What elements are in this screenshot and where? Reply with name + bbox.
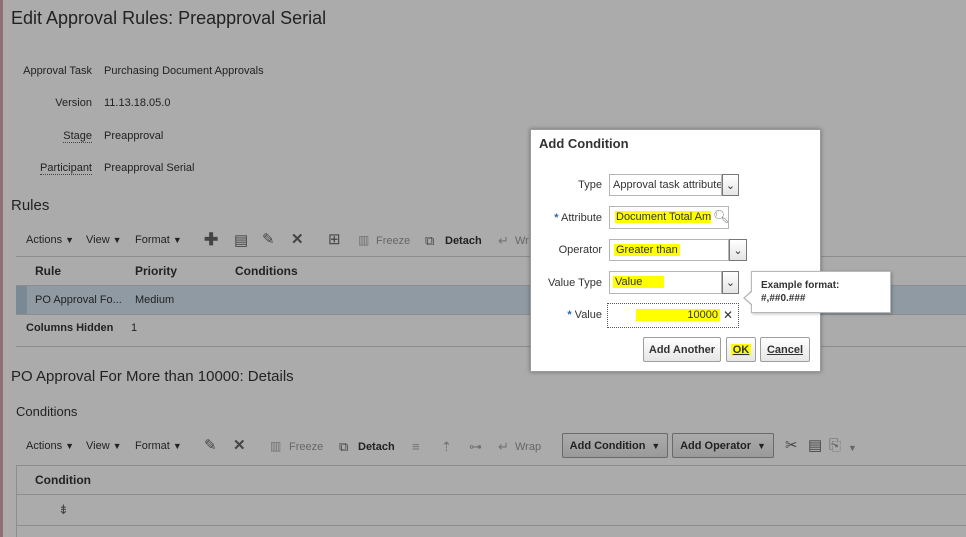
value-type-select[interactable]: Value [609, 271, 722, 294]
attribute-input[interactable]: Document Total Am 🔍︎ [609, 206, 729, 229]
type-select[interactable]: Approval task attribute [609, 174, 722, 196]
chevron-down-icon: ⌄ [725, 179, 736, 192]
value-label: * Value [536, 309, 602, 321]
attribute-label: * Attribute [536, 212, 602, 224]
value-label-text: Value [574, 309, 602, 321]
type-label: Type [578, 179, 602, 191]
chevron-down-icon: ⌄ [733, 244, 743, 257]
operator-select[interactable]: Greater than [609, 239, 729, 261]
type-value: Approval task attribute [613, 179, 722, 191]
required-marker: * [567, 309, 572, 321]
modal-overlay [0, 0, 966, 537]
format-tooltip: Example format: #,##0.### [751, 271, 891, 313]
type-dropdown-button[interactable]: ⌄ [722, 174, 739, 196]
ok-button[interactable]: OK [726, 337, 756, 362]
tooltip-arrow-fill [745, 291, 753, 305]
attribute-value: Document Total Am [615, 211, 713, 223]
add-another-button[interactable]: Add Another [643, 337, 721, 362]
tooltip-line2: #,##0.### [761, 293, 806, 304]
cancel-button[interactable]: Cancel [760, 337, 810, 362]
operator-value: Greater than [614, 244, 680, 256]
value-type-dropdown-button[interactable]: ⌄ [722, 271, 739, 294]
required-marker: * [554, 212, 559, 224]
ok-label[interactable]: OK [730, 343, 752, 356]
dialog-title: Add Condition [539, 136, 629, 151]
value-value: 10000 [636, 309, 720, 321]
value-type-value: Value [613, 276, 665, 288]
attribute-label-text: Attribute [561, 212, 602, 224]
value-type-label: Value Type [547, 277, 602, 289]
search-icon[interactable]: 🔍︎ [711, 209, 728, 225]
operator-label: Operator [558, 244, 602, 256]
chevron-down-icon: ⌄ [725, 277, 736, 289]
operator-dropdown-button[interactable]: ⌄ [729, 239, 747, 261]
value-input[interactable]: 10000 ✕ [607, 303, 739, 328]
clear-icon[interactable]: ✕ [723, 308, 733, 322]
tooltip-line1: Example format: [761, 280, 840, 291]
